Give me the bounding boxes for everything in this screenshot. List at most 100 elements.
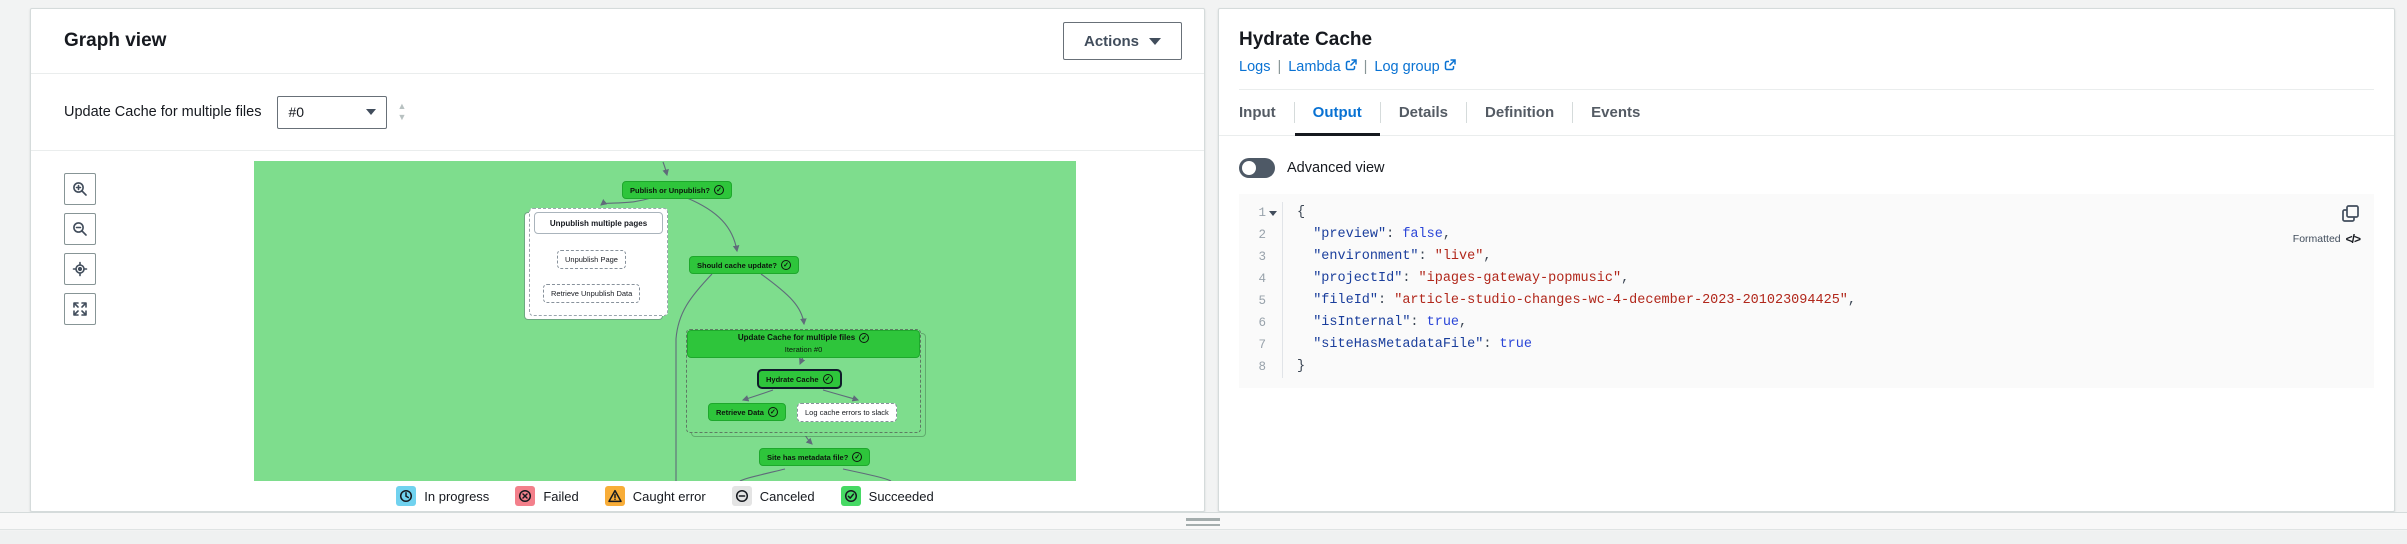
- line-number-gutter: 8: [1239, 356, 1283, 378]
- zoom-in-button[interactable]: [64, 173, 96, 205]
- warning-triangle-icon: [605, 486, 625, 506]
- external-link-icon: [1444, 59, 1456, 75]
- center-graph-button[interactable]: [64, 253, 96, 285]
- node-label: Retrieve Unpublish Data: [551, 289, 632, 298]
- group-header[interactable]: Update Cache for multiple files ✓ Iterat…: [687, 330, 920, 358]
- node-retrieve-unpublish-data[interactable]: Retrieve Unpublish Data: [543, 284, 640, 303]
- legend-label: In progress: [424, 489, 489, 504]
- tab-definition[interactable]: Definition: [1467, 90, 1572, 135]
- tab-events[interactable]: Events: [1573, 90, 1658, 135]
- line-number: 6: [1258, 312, 1266, 334]
- zoom-out-button[interactable]: [64, 213, 96, 245]
- iteration-up-arrow[interactable]: ▲: [397, 102, 406, 111]
- output-json-viewer: 1 {2 "preview": false,3 "environment": "l…: [1239, 194, 2374, 388]
- code-text: "siteHasMetadataFile": true: [1283, 334, 1532, 356]
- line-number-gutter: 3: [1239, 246, 1283, 268]
- line-number-gutter: 5: [1239, 290, 1283, 312]
- node-retrieve-data[interactable]: Retrieve Data ✓: [708, 403, 786, 421]
- legend-item: Caught error: [605, 486, 706, 506]
- code-text: }: [1283, 356, 1305, 378]
- fold-caret-icon[interactable]: [1269, 211, 1277, 216]
- code-text: "fileId": "article-studio-changes-wc-4-d…: [1283, 290, 1856, 312]
- line-number-gutter: 6: [1239, 312, 1283, 334]
- node-label: Unpublish Page: [565, 255, 618, 264]
- line-number: 3: [1258, 246, 1266, 268]
- formatted-toggle[interactable]: Formatted </>: [2293, 232, 2360, 246]
- actions-button-label: Actions: [1084, 33, 1139, 50]
- map-iteration-label: Update Cache for multiple files: [64, 104, 261, 120]
- group-unpublish-multiple-pages[interactable]: Unpublish multiple pages Unpublish Page …: [529, 208, 668, 316]
- legend-label: Failed: [543, 489, 578, 504]
- line-number: 7: [1258, 334, 1266, 356]
- zoom-out-icon: [72, 221, 88, 237]
- copy-icon: [2341, 204, 2360, 223]
- detail-tabs: InputOutputDetailsDefinitionEvents: [1219, 90, 2394, 136]
- group-iteration-label: Iteration #0: [785, 344, 823, 356]
- panel-resize-bar[interactable]: [0, 512, 2407, 530]
- link-lambda[interactable]: Lambda: [1288, 59, 1356, 75]
- graph-view-panel: Graph view Actions Update Cache for mult…: [30, 8, 1205, 512]
- code-line: 3 "environment": "live",: [1239, 246, 2374, 268]
- legend-label: Caught error: [633, 489, 706, 504]
- circle-x-icon: [515, 486, 535, 506]
- actions-button[interactable]: Actions: [1063, 22, 1182, 60]
- legend-label: Canceled: [760, 489, 815, 504]
- map-iteration-controls: Update Cache for multiple files #0 ▲ ▼: [31, 74, 1204, 151]
- node-log-cache-errors-to-slack[interactable]: Log cache errors to slack: [797, 403, 897, 422]
- node-publish-or-unpublish[interactable]: Publish or Unpublish? ✓: [622, 181, 732, 199]
- succeeded-icon: ✓: [781, 260, 791, 270]
- group-label: Unpublish multiple pages: [550, 219, 647, 228]
- group-update-cache-for-multiple-files: Update Cache for multiple files ✓ Iterat…: [686, 329, 921, 433]
- node-label: Hydrate Cache: [766, 375, 819, 384]
- code-line: 4 "projectId": "ipages-gateway-popmusic"…: [1239, 268, 2374, 290]
- succeeded-icon: ✓: [852, 452, 862, 462]
- tab-input[interactable]: Input: [1221, 90, 1294, 135]
- zoom-in-icon: [72, 181, 88, 197]
- drag-handle-icon[interactable]: [1186, 518, 1220, 526]
- node-unpublish-page[interactable]: Unpublish Page: [557, 250, 626, 269]
- line-number-gutter: 7: [1239, 334, 1283, 356]
- iteration-select[interactable]: #0: [277, 96, 387, 129]
- legend-item: Canceled: [732, 486, 815, 506]
- tab-details[interactable]: Details: [1381, 90, 1466, 135]
- node-should-cache-update[interactable]: Should cache update? ✓: [689, 256, 799, 274]
- link-separator: |: [1277, 59, 1281, 75]
- group-header[interactable]: Unpublish multiple pages: [534, 212, 663, 234]
- circle-minus-icon: [732, 486, 752, 506]
- workflow-canvas[interactable]: Publish or Unpublish? ✓ Unpublish multip…: [254, 161, 1076, 481]
- link-log-group[interactable]: Log group: [1374, 59, 1455, 75]
- formatted-label: Formatted: [2293, 233, 2341, 245]
- code-text: "preview": false,: [1283, 224, 1451, 246]
- succeeded-icon: ✓: [823, 374, 833, 384]
- link-label: Log group: [1374, 59, 1439, 75]
- advanced-view-toggle[interactable]: [1239, 158, 1275, 178]
- chevron-down-icon: [366, 109, 376, 115]
- graph-panel-header: Graph view Actions: [31, 9, 1204, 74]
- node-label: Site has metadata file?: [767, 453, 848, 462]
- copy-button[interactable]: [2341, 204, 2360, 228]
- succeeded-icon: ✓: [859, 333, 869, 343]
- code-text: {: [1283, 202, 1305, 224]
- code-line: 2 "preview": false,: [1239, 224, 2374, 246]
- iteration-down-arrow[interactable]: ▼: [397, 113, 406, 122]
- line-number: 4: [1258, 268, 1266, 290]
- expand-arrows-icon: [72, 301, 88, 317]
- node-label: Log cache errors to slack: [805, 408, 889, 417]
- legend-item: Failed: [515, 486, 578, 506]
- line-number-gutter: 2: [1239, 224, 1283, 246]
- code-line: 8}: [1239, 356, 2374, 378]
- clock-icon: [396, 486, 416, 506]
- node-hydrate-cache[interactable]: Hydrate Cache ✓: [757, 369, 842, 389]
- link-logs[interactable]: Logs: [1239, 59, 1270, 75]
- group-label: Update Cache for multiple files: [738, 332, 855, 344]
- succeeded-icon: ✓: [714, 185, 724, 195]
- node-site-has-metadata-file[interactable]: Site has metadata file? ✓: [759, 448, 870, 466]
- crosshair-icon: [72, 261, 88, 277]
- fit-to-view-button[interactable]: [64, 293, 96, 325]
- succeeded-icon: ✓: [768, 407, 778, 417]
- line-number: 2: [1258, 224, 1266, 246]
- tab-output[interactable]: Output: [1295, 90, 1380, 135]
- graph-toolbar: [64, 173, 96, 325]
- node-label: Retrieve Data: [716, 408, 764, 417]
- line-number: 1: [1258, 202, 1266, 224]
